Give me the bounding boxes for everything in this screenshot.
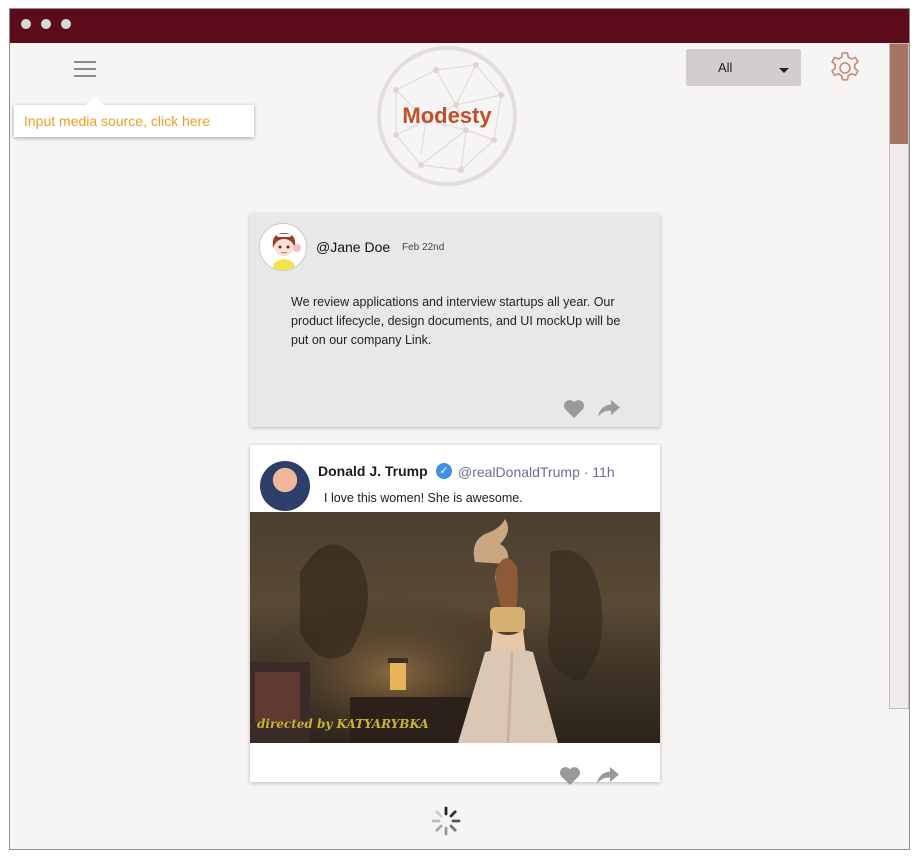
maximize-dot[interactable]: [61, 19, 71, 29]
post-text: We review applications and interview sta…: [291, 295, 621, 347]
post-handle[interactable]: @Jane Doe: [316, 239, 390, 255]
heart-icon[interactable]: [559, 766, 581, 785]
share-icon[interactable]: [598, 400, 620, 417]
avatar[interactable]: [260, 461, 310, 511]
post-date: Feb 22nd: [402, 242, 445, 253]
share-icon[interactable]: [597, 767, 619, 784]
photo-credit: directed by KATYARYBKA: [257, 717, 429, 731]
post-text: I love this women! She is awesome.: [324, 491, 523, 505]
close-dot[interactable]: [21, 19, 31, 29]
source-filter-dropdown[interactable]: All: [686, 49, 801, 86]
heart-icon[interactable]: [563, 399, 585, 418]
anime-avatar-icon: [260, 224, 306, 270]
loading-spinner-icon: [431, 806, 461, 836]
tweet-author[interactable]: Donald J. Trump: [318, 463, 428, 479]
app-window: Input media source, click here Modesty A…: [9, 8, 910, 850]
dancer-photo: [250, 512, 660, 743]
post-card-jane: @Jane Doe Feb 22nd We review application…: [250, 214, 660, 427]
menu-icon[interactable]: [74, 61, 96, 77]
gear-icon[interactable]: [828, 51, 862, 85]
tweet-handle-time[interactable]: @realDonaldTrump · 11h: [458, 464, 615, 480]
avatar[interactable]: [259, 223, 307, 271]
check-badge-icon: ✓: [436, 463, 452, 479]
post-photo[interactable]: directed by KATYARYBKA: [250, 512, 660, 743]
logo: Modesty: [376, 45, 518, 187]
filter-value: All: [718, 60, 733, 75]
scrollbar-thumb[interactable]: [890, 44, 908, 144]
minimize-dot[interactable]: [41, 19, 51, 29]
media-source-tooltip[interactable]: Input media source, click here: [14, 96, 254, 137]
logo-text: Modesty: [402, 103, 492, 128]
caret-down-icon: [779, 68, 789, 73]
title-bar: [10, 9, 909, 43]
scrollbar[interactable]: [889, 43, 909, 709]
post-card-tweet: Donald J. Trump ✓ @realDonaldTrump · 11h…: [250, 445, 660, 785]
